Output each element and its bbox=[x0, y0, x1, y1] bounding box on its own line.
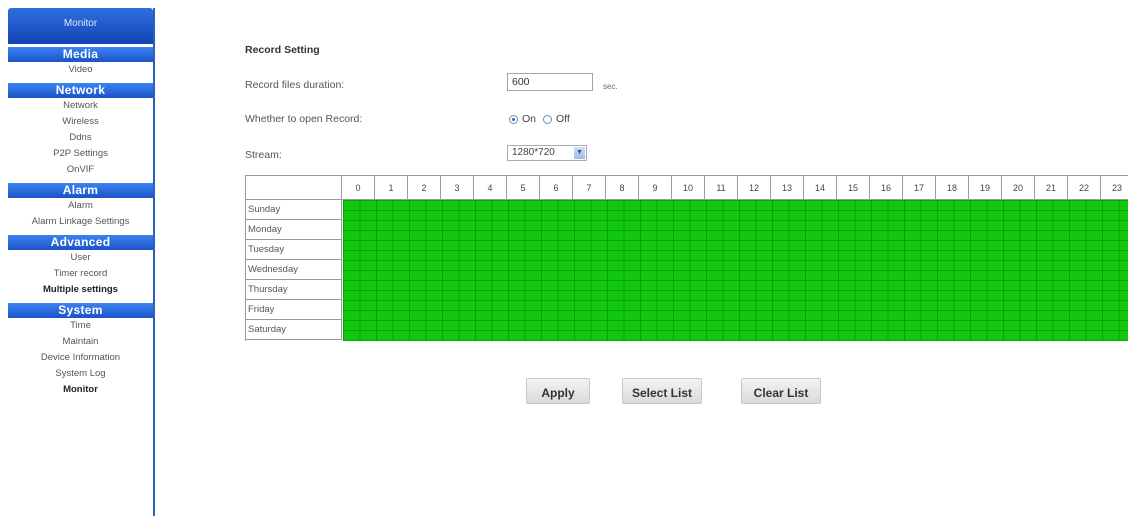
stream-select-value: 1280*720 bbox=[512, 147, 555, 158]
hour-header-22[interactable]: 22 bbox=[1068, 176, 1101, 200]
hour-header-13[interactable]: 13 bbox=[771, 176, 804, 200]
section-header-network[interactable]: Network bbox=[8, 83, 153, 98]
section-header-alarm[interactable]: Alarm bbox=[8, 183, 153, 198]
sidebar-item-device-information[interactable]: Device Information bbox=[8, 350, 153, 366]
sidebar-item-onvif[interactable]: OnVIF bbox=[8, 162, 153, 178]
chevron-down-icon[interactable]: ▼ bbox=[574, 147, 585, 159]
hour-header-15[interactable]: 15 bbox=[837, 176, 870, 200]
sidebar-item-video[interactable]: Video bbox=[8, 62, 153, 78]
duration-unit: sec. bbox=[603, 82, 618, 91]
record-on-label: On bbox=[522, 113, 537, 125]
hour-header-19[interactable]: 19 bbox=[969, 176, 1002, 200]
sidebar-item-maintain[interactable]: Maintain bbox=[8, 334, 153, 350]
sidebar-item-alarm-linkage[interactable]: Alarm Linkage Settings bbox=[8, 214, 153, 230]
hour-header-17[interactable]: 17 bbox=[903, 176, 936, 200]
duration-label: Record files duration: bbox=[245, 79, 345, 91]
day-row-saturday[interactable]: Saturday bbox=[246, 320, 342, 340]
day-row-thursday[interactable]: Thursday bbox=[246, 280, 342, 300]
sidebar-item-timer-record[interactable]: Timer record bbox=[8, 266, 153, 282]
schedule-corner-cell bbox=[246, 176, 342, 200]
hour-header-18[interactable]: 18 bbox=[936, 176, 969, 200]
sidebar-item-time[interactable]: Time bbox=[8, 318, 153, 334]
day-row-friday[interactable]: Friday bbox=[246, 300, 342, 320]
schedule-grid[interactable]: 0 1 2 3 4 5 6 7 8 9 10 11 12 13 14 15 16 17 18 19 20 21 22 23 Su… bbox=[245, 175, 1128, 341]
hour-header-7[interactable]: 7 bbox=[573, 176, 606, 200]
sidebar-monitor-header[interactable]: Monitor bbox=[8, 8, 153, 44]
hour-header-11[interactable]: 11 bbox=[705, 176, 738, 200]
hour-header-6[interactable]: 6 bbox=[540, 176, 573, 200]
sidebar-item-system-log[interactable]: System Log bbox=[8, 366, 153, 382]
monitor-header-label: Monitor bbox=[63, 18, 98, 29]
day-row-sunday[interactable]: Sunday bbox=[246, 200, 342, 220]
sidebar-item-monitor[interactable]: Monitor bbox=[8, 382, 153, 398]
hour-header-1[interactable]: 1 bbox=[375, 176, 408, 200]
hour-header-3[interactable]: 3 bbox=[441, 176, 474, 200]
hour-header-4[interactable]: 4 bbox=[474, 176, 507, 200]
hour-header-5[interactable]: 5 bbox=[507, 176, 540, 200]
page-title: Record Setting bbox=[245, 44, 320, 56]
hour-header-20[interactable]: 20 bbox=[1002, 176, 1035, 200]
hour-header-14[interactable]: 14 bbox=[804, 176, 837, 200]
apply-button[interactable]: Apply bbox=[526, 378, 590, 404]
duration-input[interactable] bbox=[507, 73, 593, 91]
section-header-advanced[interactable]: Advanced bbox=[8, 235, 153, 250]
select-list-button[interactable]: Select List bbox=[622, 378, 702, 404]
hour-header-10[interactable]: 10 bbox=[672, 176, 705, 200]
record-off-radio[interactable] bbox=[543, 115, 552, 124]
day-row-monday[interactable]: Monday bbox=[246, 220, 342, 240]
sidebar-item-wireless[interactable]: Wireless bbox=[8, 114, 153, 130]
record-off-label: Off bbox=[556, 113, 570, 125]
hour-header-8[interactable]: 8 bbox=[606, 176, 639, 200]
sidebar-item-p2p-settings[interactable]: P2P Settings bbox=[8, 146, 153, 162]
hour-header-9[interactable]: 9 bbox=[639, 176, 672, 200]
schedule-selected-cells[interactable] bbox=[343, 200, 1128, 341]
record-setting-panel: Record Setting Record files duration: se… bbox=[245, 0, 1128, 516]
day-row-tuesday[interactable]: Tuesday bbox=[246, 240, 342, 260]
day-row-wednesday[interactable]: Wednesday bbox=[246, 260, 342, 280]
sidebar-item-alarm[interactable]: Alarm bbox=[8, 198, 153, 214]
sidebar-item-multiple-settings[interactable]: Multiple settings bbox=[8, 282, 153, 298]
hour-header-12[interactable]: 12 bbox=[738, 176, 771, 200]
sidebar-item-user[interactable]: User bbox=[8, 250, 153, 266]
hour-header-16[interactable]: 16 bbox=[870, 176, 903, 200]
open-record-label: Whether to open Record: bbox=[245, 113, 363, 125]
section-header-media[interactable]: Media bbox=[8, 47, 153, 62]
sidebar-nav: Monitor Media Video Network Network Wire… bbox=[8, 8, 155, 516]
section-header-system[interactable]: System bbox=[8, 303, 153, 318]
hour-header-2[interactable]: 2 bbox=[408, 176, 441, 200]
hour-header-21[interactable]: 21 bbox=[1035, 176, 1068, 200]
stream-label: Stream: bbox=[245, 149, 282, 161]
sidebar-item-network[interactable]: Network bbox=[8, 98, 153, 114]
clear-list-button[interactable]: Clear List bbox=[741, 378, 821, 404]
stream-select[interactable]: 1280*720 ▼ bbox=[507, 145, 587, 161]
sidebar-item-ddns[interactable]: Ddns bbox=[8, 130, 153, 146]
hour-header-0[interactable]: 0 bbox=[342, 176, 375, 200]
record-on-radio[interactable] bbox=[509, 115, 518, 124]
hour-header-23[interactable]: 23 bbox=[1101, 176, 1128, 200]
